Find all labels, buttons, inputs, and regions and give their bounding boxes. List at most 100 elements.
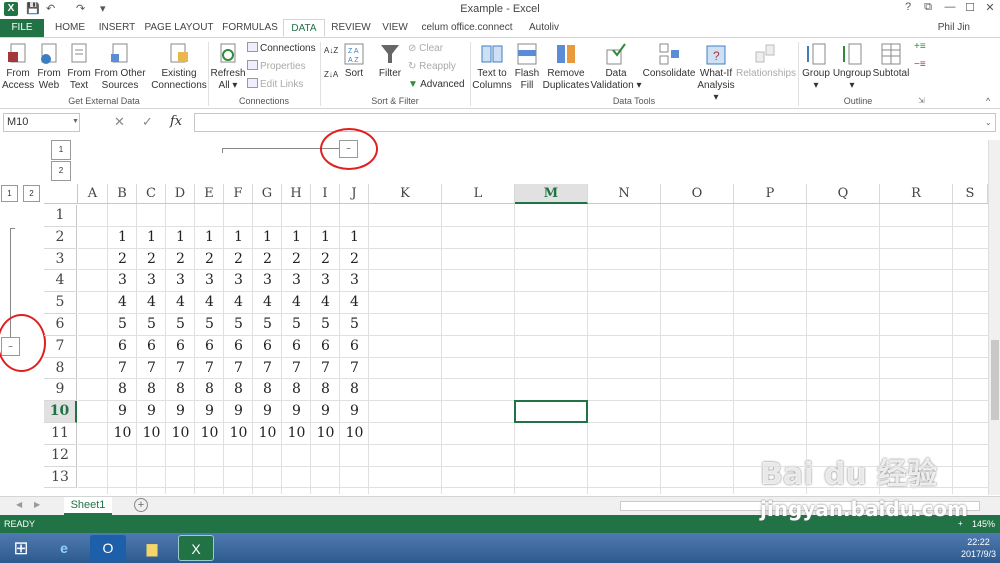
column-header-l[interactable]: L — [442, 184, 515, 204]
subtotal-button[interactable]: Subtotal — [872, 42, 910, 80]
help-icon[interactable]: ? — [898, 1, 918, 13]
cell-c1[interactable] — [137, 205, 166, 227]
column-header-j[interactable]: J — [340, 184, 369, 204]
column-header-m[interactable]: M — [515, 184, 588, 204]
row-header-4[interactable]: 4 — [44, 270, 77, 293]
cell-j6[interactable]: 5 — [340, 314, 369, 336]
column-header-e[interactable]: E — [195, 184, 224, 204]
what-if-analysis-button[interactable]: ? What-If Analysis ▾ — [696, 42, 736, 104]
cell-g6[interactable]: 5 — [253, 314, 282, 336]
cell-i7[interactable]: 6 — [311, 336, 340, 358]
cell-g11[interactable]: 10 — [253, 423, 282, 445]
cell-j7[interactable]: 6 — [340, 336, 369, 358]
edit-links-button[interactable]: Edit Links — [247, 78, 303, 92]
formula-input[interactable] — [194, 113, 996, 132]
tab-formulas[interactable]: FORMULAS — [220, 19, 280, 37]
cell-i4[interactable]: 3 — [311, 270, 340, 292]
cell-f11[interactable]: 10 — [224, 423, 253, 445]
internet-explorer-icon[interactable]: e — [46, 535, 82, 561]
cell-f7[interactable]: 6 — [224, 336, 253, 358]
row-header-13[interactable]: 13 — [44, 466, 77, 489]
cell-d13[interactable] — [166, 467, 195, 489]
cell-c5[interactable]: 4 — [137, 292, 166, 314]
name-box[interactable]: M10 — [3, 113, 80, 132]
tab-home[interactable]: HOME — [50, 19, 90, 37]
new-sheet-icon[interactable]: + — [134, 498, 148, 512]
cell-j9[interactable]: 8 — [340, 379, 369, 401]
cell-h8[interactable]: 7 — [282, 358, 311, 380]
active-cell-m10[interactable] — [514, 400, 588, 423]
properties-button[interactable]: Properties — [247, 60, 306, 74]
cell-c11[interactable]: 10 — [137, 423, 166, 445]
cell-g7[interactable]: 6 — [253, 336, 282, 358]
column-header-i[interactable]: I — [311, 184, 340, 204]
column-header-r[interactable]: R — [880, 184, 953, 204]
cell-c2[interactable]: 1 — [137, 227, 166, 249]
tab-data[interactable]: DATA — [283, 19, 325, 37]
cell-b12[interactable] — [108, 445, 137, 467]
cell-e9[interactable]: 8 — [195, 379, 224, 401]
cell-g8[interactable]: 7 — [253, 358, 282, 380]
column-header-a[interactable]: A — [78, 184, 108, 204]
cell-e11[interactable]: 10 — [195, 423, 224, 445]
cell-f5[interactable]: 4 — [224, 292, 253, 314]
cell-i1[interactable] — [311, 205, 340, 227]
system-clock[interactable]: 22:22 2017/9/3 — [961, 536, 996, 560]
tab-celum[interactable]: celum office.connect — [418, 19, 516, 37]
cell-h13[interactable] — [282, 467, 311, 489]
row-header-10[interactable]: 10 — [44, 401, 77, 423]
cell-d9[interactable]: 8 — [166, 379, 195, 401]
user-name[interactable]: Phil Jin — [938, 19, 970, 37]
column-header-n[interactable]: N — [588, 184, 661, 204]
cell-e4[interactable]: 3 — [195, 270, 224, 292]
cell-a6[interactable] — [78, 314, 108, 336]
cell-i10[interactable]: 9 — [311, 401, 340, 423]
cell-g12[interactable] — [253, 445, 282, 467]
vertical-scrollbar[interactable] — [988, 140, 1000, 495]
cell-d8[interactable]: 7 — [166, 358, 195, 380]
cell-c8[interactable]: 7 — [137, 358, 166, 380]
column-header-b[interactable]: B — [108, 184, 137, 204]
row-header-8[interactable]: 8 — [44, 357, 77, 380]
cell-d2[interactable]: 1 — [166, 227, 195, 249]
sort-z-a-button[interactable]: Z↓A — [324, 68, 338, 82]
cell-j11[interactable]: 10 — [340, 423, 369, 445]
column-header-g[interactable]: G — [253, 184, 282, 204]
collapse-ribbon-icon[interactable]: ^ — [986, 94, 990, 108]
cell-d4[interactable]: 3 — [166, 270, 195, 292]
select-all-corner[interactable] — [44, 184, 78, 204]
cell-h2[interactable]: 1 — [282, 227, 311, 249]
cell-b13[interactable] — [108, 467, 137, 489]
maximize-icon[interactable]: ☐ — [960, 1, 980, 14]
cell-e10[interactable]: 9 — [195, 401, 224, 423]
row-outline-level-1[interactable]: 1 — [1, 185, 18, 202]
cell-b6[interactable]: 5 — [108, 314, 137, 336]
cell-a8[interactable] — [78, 358, 108, 380]
cell-j10[interactable]: 9 — [340, 401, 369, 423]
row-header-3[interactable]: 3 — [44, 248, 77, 271]
tab-review[interactable]: REVIEW — [330, 19, 372, 37]
cell-a11[interactable] — [78, 423, 108, 445]
cell-i3[interactable]: 2 — [311, 249, 340, 271]
cell-f13[interactable] — [224, 467, 253, 489]
from-other-sources-button[interactable]: From Other Sources — [94, 42, 146, 92]
cell-d7[interactable]: 6 — [166, 336, 195, 358]
cell-d5[interactable]: 4 — [166, 292, 195, 314]
cell-c10[interactable]: 9 — [137, 401, 166, 423]
cell-e2[interactable]: 1 — [195, 227, 224, 249]
cell-e5[interactable]: 4 — [195, 292, 224, 314]
from-text-button[interactable]: From Text — [64, 42, 94, 92]
minimize-icon[interactable]: — — [940, 1, 960, 13]
row-header-12[interactable]: 12 — [44, 444, 77, 467]
cell-a10[interactable] — [78, 401, 108, 423]
cell-i12[interactable] — [311, 445, 340, 467]
column-header-k[interactable]: K — [369, 184, 442, 204]
cell-i2[interactable]: 1 — [311, 227, 340, 249]
cell-c9[interactable]: 8 — [137, 379, 166, 401]
row-header-1[interactable]: 1 — [44, 205, 77, 227]
filter-button[interactable]: Filter — [376, 42, 404, 80]
ungroup-button[interactable]: Ungroup ▾ — [832, 42, 872, 92]
cell-j13[interactable] — [340, 467, 369, 489]
excel-taskbar-icon[interactable]: X — [178, 535, 214, 561]
cell-h4[interactable]: 3 — [282, 270, 311, 292]
